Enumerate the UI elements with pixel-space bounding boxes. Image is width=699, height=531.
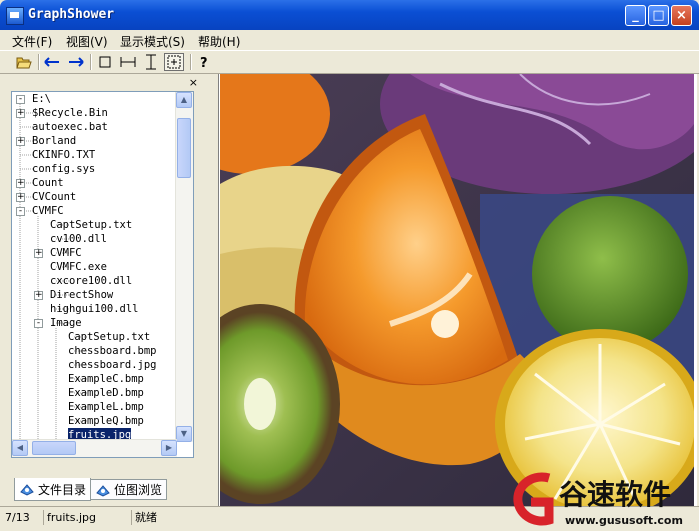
tree-item[interactable]: Image (50, 316, 82, 330)
tree-item[interactable]: cv100.dll (50, 232, 107, 246)
watermark-logo: 谷速软件 www.gususoft.com (513, 472, 683, 527)
fit-window-button[interactable] (164, 53, 184, 71)
tree-item[interactable]: CaptSetup.txt (50, 218, 132, 232)
maximize-button[interactable]: □ (648, 5, 669, 26)
menu-file[interactable]: 文件(F) (12, 33, 52, 50)
scroll-left-icon[interactable]: ◀ (12, 440, 28, 456)
pane-close-icon[interactable]: × (189, 76, 198, 89)
tree-item[interactable]: chessboard.bmp (68, 344, 157, 358)
image-view[interactable] (218, 74, 697, 506)
watermark: 谷速软件 www.gususoft.com (505, 470, 699, 528)
expand-icon[interactable]: + (16, 193, 25, 202)
tree-item[interactable]: highgui100.dll (50, 302, 139, 316)
expand-icon[interactable]: + (34, 291, 43, 300)
tree-item[interactable]: $Recycle.Bin (32, 106, 108, 120)
tree-item[interactable]: CVMFC (50, 246, 82, 260)
expand-icon[interactable]: + (16, 179, 25, 188)
maximize-icon: □ (652, 8, 665, 23)
close-icon: × (676, 8, 687, 23)
arrow-left-icon (44, 57, 59, 67)
menu-display-mode[interactable]: 显示模式(S) (120, 33, 185, 50)
fit-height-icon (146, 54, 156, 70)
tree-vertical-scrollbar[interactable]: ▲ ▼ (175, 92, 193, 442)
fit-width-button[interactable] (118, 53, 138, 71)
svg-text:?: ? (200, 56, 208, 69)
tree-item[interactable]: ExampleD.bmp (68, 386, 144, 400)
toolbar: ? (0, 50, 699, 74)
title-bar: GraphShower _ □ × (0, 0, 699, 30)
horizontal-scroll-thumb[interactable] (32, 441, 76, 455)
collapse-icon[interactable]: - (16, 207, 25, 216)
tree-item[interactable]: Borland (32, 134, 76, 148)
help-icon: ? (200, 56, 208, 69)
tree-item[interactable]: DirectShow (50, 288, 113, 302)
square-icon (99, 56, 111, 68)
menu-help[interactable]: 帮助(H) (198, 33, 240, 50)
expand-icon[interactable]: + (16, 137, 25, 146)
tree-item[interactable]: CaptSetup.txt (68, 330, 150, 344)
tab-bitmap-browse[interactable]: 位图浏览 (90, 479, 168, 500)
fit-window-icon (167, 55, 181, 69)
collapse-icon[interactable]: - (34, 319, 43, 328)
expand-icon[interactable]: + (16, 109, 25, 118)
tab-directory-icon (20, 484, 34, 496)
tab-label: 位图浏览 (114, 483, 163, 497)
tree-root[interactable]: E:\ (32, 92, 51, 106)
tree-item[interactable]: CVMFC (32, 204, 64, 218)
file-tree[interactable]: - E:\ + $Recycle.Bin autoexec.bat + Borland C… (11, 91, 194, 458)
tree-item[interactable]: CKINFO.TXT (32, 148, 95, 162)
window-title: GraphShower (28, 7, 115, 22)
open-folder-button[interactable] (14, 53, 34, 71)
scroll-right-icon[interactable]: ▶ (161, 440, 177, 456)
tree-item[interactable]: ExampleC.bmp (68, 372, 144, 386)
tree-item[interactable]: autoexec.bat (32, 120, 108, 134)
menu-bar: 文件(F) 视图(V) 显示模式(S) 帮助(H) (0, 30, 699, 50)
menu-view[interactable]: 视图(V) (66, 33, 108, 50)
tree-item[interactable]: ExampleQ.bmp (68, 414, 144, 428)
tab-file-directory[interactable]: 文件目录 (14, 478, 92, 501)
file-tree-list: - E:\ + $Recycle.Bin autoexec.bat + Borland C… (12, 92, 177, 442)
scroll-up-icon[interactable]: ▲ (176, 92, 192, 108)
fit-height-button[interactable] (141, 53, 161, 71)
open-folder-icon (16, 57, 32, 69)
expand-icon[interactable]: + (34, 249, 43, 258)
tree-item[interactable]: ExampleL.bmp (68, 400, 144, 414)
minimize-button[interactable]: _ (625, 5, 646, 26)
tree-horizontal-scrollbar[interactable]: ◀ ▶ (12, 439, 177, 457)
scroll-down-icon[interactable]: ▼ (176, 426, 192, 442)
watermark-url: www.gususoft.com (565, 514, 683, 527)
tree-item[interactable]: CVMFC.exe (50, 260, 107, 274)
status-image-index: 7/13 (2, 510, 44, 525)
scroll-thumb[interactable] (177, 118, 191, 178)
fruits-image (220, 74, 694, 506)
collapse-icon[interactable]: - (16, 95, 25, 104)
arrow-right-icon (69, 57, 84, 67)
previous-button[interactable] (42, 53, 62, 71)
tree-item[interactable]: cxcore100.dll (50, 274, 132, 288)
tree-item[interactable]: chessboard.jpg (68, 358, 157, 372)
next-button[interactable] (66, 53, 86, 71)
toolbar-separator (90, 54, 92, 70)
tab-label: 文件目录 (38, 482, 87, 497)
tree-item[interactable]: config.sys (32, 162, 95, 176)
close-button[interactable]: × (671, 5, 692, 26)
actual-size-button[interactable] (95, 53, 115, 71)
status-filename: fruits.jpg (44, 510, 132, 525)
watermark-brand: 谷速软件 (559, 478, 671, 511)
fruits-picture (220, 74, 694, 506)
help-button[interactable]: ? (194, 53, 214, 71)
toolbar-separator (190, 54, 192, 70)
app-icon[interactable] (6, 7, 24, 25)
minimize-icon: _ (632, 8, 639, 23)
status-ready: 就绪 (135, 511, 157, 524)
fit-width-icon (120, 57, 136, 67)
tree-item[interactable]: CVCount (32, 190, 76, 204)
tab-bitmap-icon (96, 484, 110, 497)
tree-item[interactable]: Count (32, 176, 64, 190)
toolbar-separator (38, 54, 40, 70)
